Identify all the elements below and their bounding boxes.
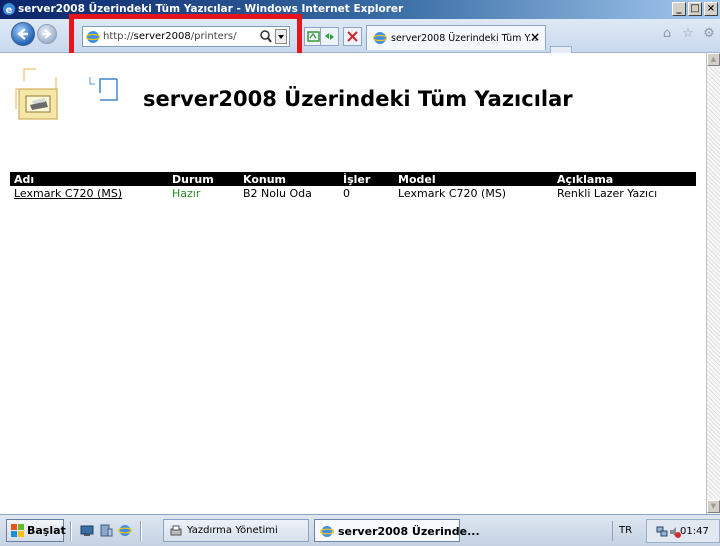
close-window-button[interactable]: × — [704, 2, 718, 16]
page-content: server2008 Üzerindeki Tüm Yazıcılar Adı … — [0, 53, 706, 514]
printers-table: Adı Durum Konum İşler Model Açıklama Lex… — [10, 172, 696, 202]
ie-taskbar-icon — [320, 526, 334, 537]
taskbar-separator — [70, 521, 72, 541]
minimize-button[interactable]: _ — [672, 2, 686, 16]
column-header-location[interactable]: Konum — [243, 173, 286, 186]
address-highlight-box — [69, 14, 302, 58]
refresh-icon — [325, 33, 334, 40]
svg-text:e: e — [6, 5, 13, 16]
table-row: Lexmark C720 (MS) Hazır B2 Nolu Oda 0 Le… — [10, 186, 696, 202]
ie-tab-icon — [373, 32, 387, 44]
column-header-model[interactable]: Model — [398, 173, 436, 186]
ie-quicklaunch-icon[interactable] — [118, 524, 132, 537]
column-header-jobs[interactable]: İşler — [343, 173, 370, 186]
network-icon[interactable] — [656, 526, 668, 538]
printer-model: Lexmark C720 (MS) — [398, 187, 507, 200]
taskbar: Başlat Yazdırma Yönetimi server2008 Üzer… — [0, 514, 720, 546]
forward-arrow-icon — [42, 29, 52, 39]
windows-flag-icon — [11, 524, 24, 537]
home-icon[interactable]: ⌂ — [660, 27, 674, 41]
vertical-scrollbar[interactable]: ▲ ▼ — [706, 53, 720, 514]
scroll-down-button[interactable]: ▼ — [707, 500, 720, 513]
tab-label: server2008 Üzerindeki Tüm Y... — [391, 33, 538, 44]
printer-name-link[interactable]: Lexmark C720 (MS) — [14, 187, 122, 200]
taskbar-button-ie[interactable]: server2008 Üzerinde... — [314, 519, 480, 542]
column-header-status[interactable]: Durum — [172, 173, 214, 186]
taskbar-button-label: Yazdırma Yönetimi — [187, 525, 278, 536]
scroll-up-button[interactable]: ▲ — [707, 53, 720, 66]
favorites-star-icon[interactable]: ☆ — [681, 27, 695, 41]
forward-button[interactable] — [37, 24, 57, 44]
tools-gear-icon[interactable]: ⚙ — [702, 27, 716, 41]
show-desktop-icon[interactable] — [80, 524, 94, 537]
start-label: Başlat — [27, 524, 66, 537]
refresh-button[interactable] — [320, 27, 339, 46]
back-arrow-icon — [17, 28, 28, 40]
ie-logo-icon: e — [3, 3, 15, 16]
clock[interactable]: 01:47 — [680, 526, 709, 537]
taskbar-separator — [140, 521, 142, 541]
table-header: Adı Durum Konum İşler Model Açıklama — [10, 172, 696, 186]
printer-description: Renkli Lazer Yazıcı — [557, 187, 658, 200]
taskbar-button-print-management[interactable]: Yazdırma Yönetimi — [163, 519, 309, 542]
printer-status: Hazır — [172, 187, 201, 200]
server-manager-icon[interactable] — [99, 524, 113, 537]
language-indicator[interactable]: TR — [612, 521, 638, 541]
stop-button[interactable] — [343, 27, 362, 46]
back-button[interactable] — [11, 22, 35, 46]
print-management-icon — [170, 525, 182, 536]
tab-server2008[interactable]: server2008 Üzerindeki Tüm Y... × — [366, 25, 546, 50]
printer-location: B2 Nolu Oda — [243, 187, 312, 200]
scroll-track[interactable] — [707, 67, 720, 498]
tab-close-button[interactable]: × — [530, 30, 540, 44]
start-button[interactable]: Başlat — [6, 519, 66, 542]
stop-icon — [347, 31, 358, 42]
column-header-name[interactable]: Adı — [14, 173, 34, 186]
printer-jobs: 0 — [343, 187, 350, 200]
maximize-button[interactable]: □ — [688, 2, 702, 16]
column-header-description[interactable]: Açıklama — [557, 173, 613, 186]
printer-folder-icon — [15, 68, 118, 120]
taskbar-button-label: server2008 Üzerinde... — [338, 525, 480, 538]
page-title: server2008 Üzerindeki Tüm Yazıcılar — [143, 87, 573, 111]
